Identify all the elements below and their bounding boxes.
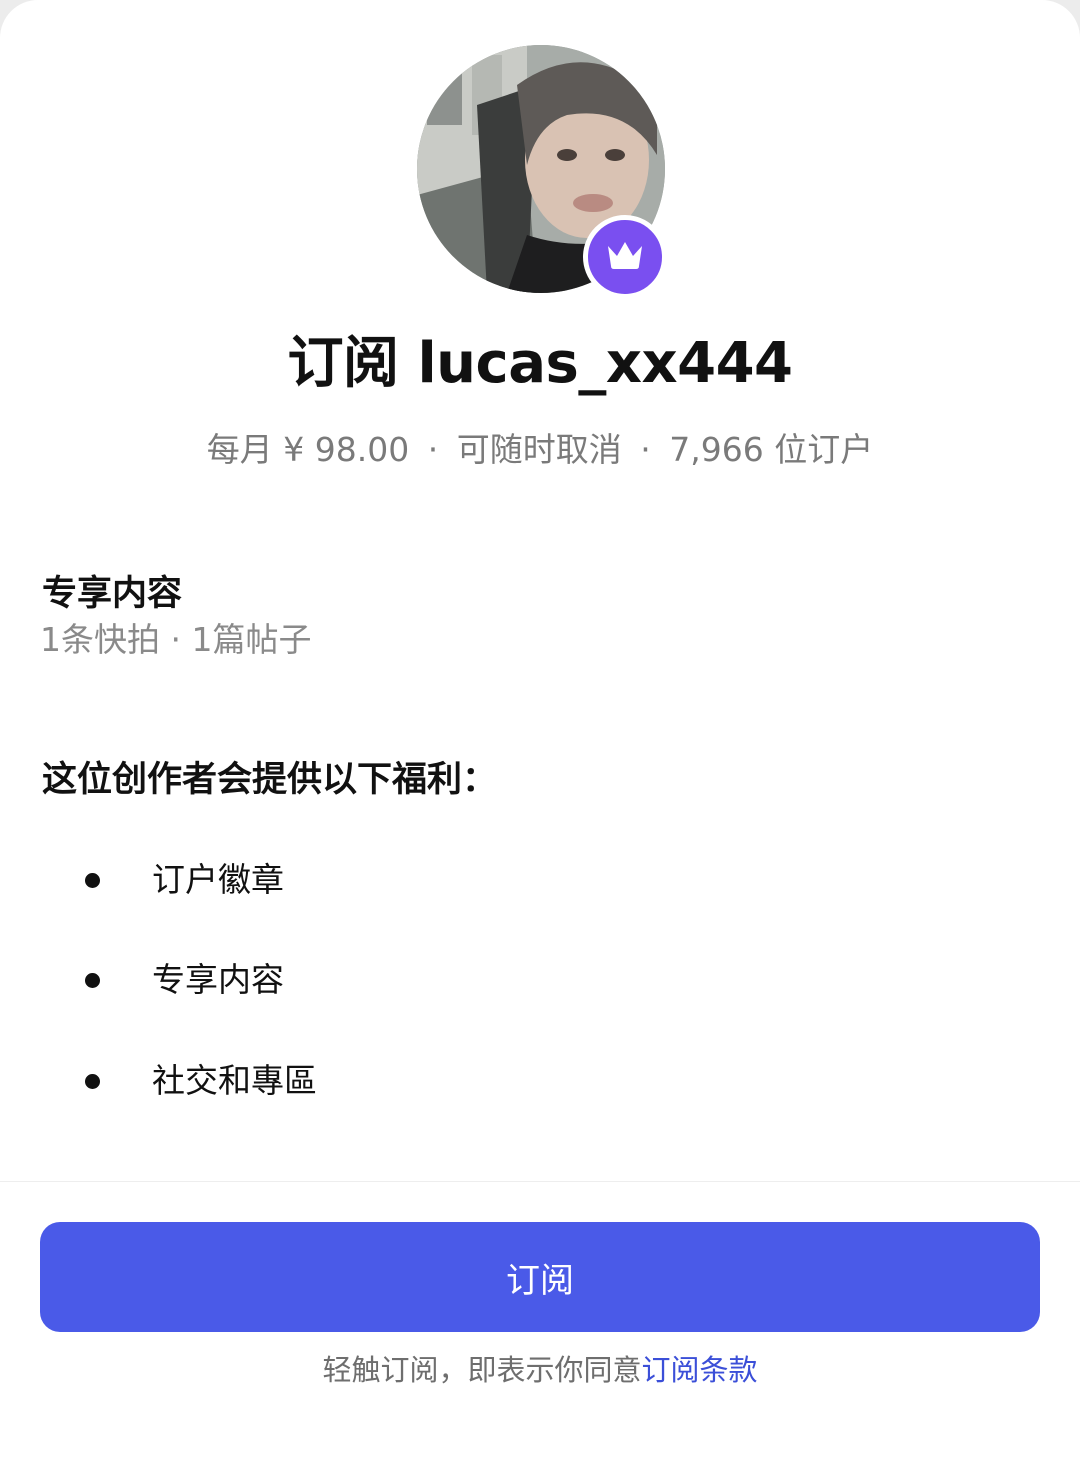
subscription-sheet: 订阅 lucas_xx444 每月 ¥ 98.00 · 可随时取消 · 7,96…	[0, 0, 1080, 1472]
divider	[0, 1181, 1080, 1182]
separator-dot: ·	[640, 430, 651, 469]
benefit-label: 订户徽章	[152, 860, 284, 899]
cancel-note: 可随时取消	[456, 430, 622, 469]
bullet-icon	[85, 1073, 100, 1089]
benefit-label: 专享内容	[152, 960, 284, 999]
subscriber-count: 7,966 位订户	[669, 430, 874, 469]
benefit-item: 订户徽章	[85, 857, 284, 903]
home-indicator	[0, 1432, 1080, 1472]
crown-icon	[605, 238, 645, 276]
bullet-icon	[85, 972, 100, 988]
creator-avatar	[417, 45, 667, 299]
crown-badge	[583, 215, 667, 299]
exclusive-content-title: 专享内容	[42, 574, 183, 614]
benefit-label: 社交和專區	[152, 1061, 317, 1100]
terms-link[interactable]: 订阅条款	[642, 1353, 758, 1387]
terms-notice: 轻触订阅，即表示你同意订阅条款	[0, 1348, 1080, 1392]
benefit-item: 专享内容	[85, 957, 284, 1003]
separator-dot: ·	[427, 430, 439, 469]
exclusive-content-summary: 1条快拍 · 1篇帖子	[40, 620, 312, 659]
benefits-title: 这位创作者会提供以下福利：	[42, 760, 498, 800]
terms-text: 轻触订阅，即表示你同意	[322, 1353, 642, 1387]
subscribe-button[interactable]: 订阅	[40, 1222, 1040, 1332]
bullet-icon	[85, 872, 100, 888]
subscription-meta: 每月 ¥ 98.00 · 可随时取消 · 7,966 位订户	[0, 428, 1080, 472]
page-title: 订阅 lucas_xx444	[287, 331, 793, 396]
price-text: 每月 ¥ 98.00	[206, 430, 410, 469]
benefit-item: 社交和專區	[85, 1058, 317, 1104]
